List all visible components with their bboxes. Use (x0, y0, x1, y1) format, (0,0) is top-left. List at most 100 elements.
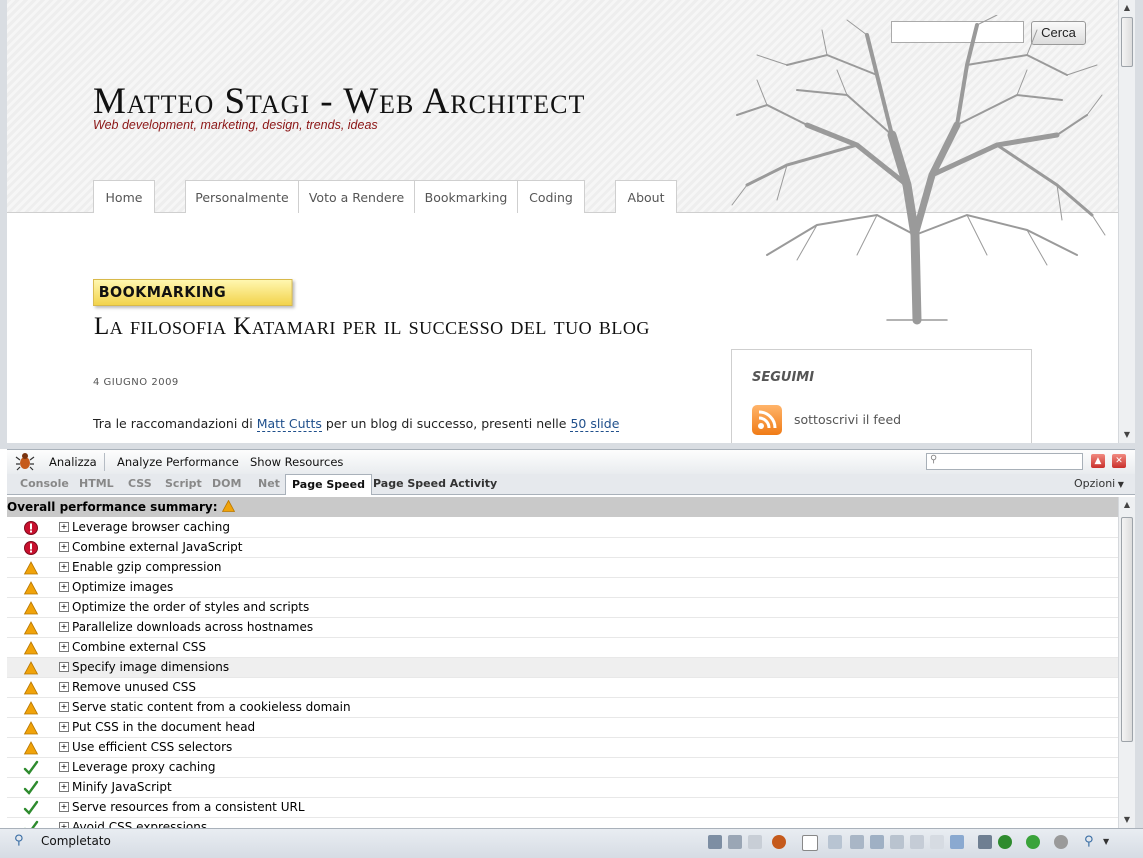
rule-label[interactable]: Leverage browser caching (72, 518, 230, 537)
rule-label[interactable]: Enable gzip compression (72, 558, 221, 577)
expand-icon[interactable]: + (59, 662, 69, 672)
expand-icon[interactable]: + (59, 642, 69, 652)
expand-icon[interactable]: + (59, 562, 69, 572)
expand-icon[interactable]: + (59, 742, 69, 752)
options-menu[interactable]: Opzioni ▼ (1074, 474, 1124, 494)
rule-label[interactable]: Parallelize downloads across hostnames (72, 618, 313, 637)
rule-row[interactable]: + Optimize images (7, 578, 1118, 598)
rule-label[interactable]: Put CSS in the document head (72, 718, 255, 737)
detach-firebug-icon[interactable]: ▲ (1091, 454, 1105, 468)
post-title[interactable]: La filosofia Katamari per il successo de… (94, 313, 654, 340)
analyze-performance-button[interactable]: Analyze Performance (117, 450, 239, 474)
rule-row[interactable]: + Combine external JavaScript (7, 538, 1118, 558)
expand-icon[interactable]: + (59, 682, 69, 692)
tab-page-speed-activity[interactable]: Page Speed Activity (373, 474, 497, 494)
expand-icon[interactable]: + (59, 622, 69, 632)
rule-label[interactable]: Avoid CSS expressions (72, 818, 207, 828)
addon-icon[interactable] (708, 835, 722, 849)
rule-row[interactable]: + Serve resources from a consistent URL (7, 798, 1118, 818)
firebug-search-input[interactable]: ⚲ (926, 453, 1083, 470)
magnifier-icon[interactable]: ⚲ (14, 833, 24, 848)
expand-icon[interactable]: + (59, 522, 69, 532)
tool-icon[interactable] (850, 835, 864, 849)
rule-label[interactable]: Leverage proxy caching (72, 758, 215, 777)
firebug-status-icon[interactable] (772, 835, 786, 849)
expand-icon[interactable]: + (59, 602, 69, 612)
post-category-badge[interactable]: BOOKMARKING (93, 279, 293, 306)
tab-page-speed[interactable]: Page Speed (285, 474, 372, 495)
expand-icon[interactable]: + (59, 582, 69, 592)
rule-row[interactable]: + Serve static content from a cookieless … (7, 698, 1118, 718)
analyze-button[interactable]: Analizza (49, 450, 97, 474)
rule-row[interactable]: + Minify JavaScript (7, 778, 1118, 798)
expand-icon[interactable]: + (59, 782, 69, 792)
info-icon[interactable] (998, 835, 1012, 849)
tab-css[interactable]: CSS (128, 474, 152, 494)
rule-label[interactable]: Serve static content from a cookieless d… (72, 698, 351, 717)
firebug-bug-icon[interactable] (15, 451, 35, 475)
rule-label[interactable]: Specify image dimensions (72, 658, 229, 677)
feed-subscribe-link[interactable]: sottoscrivi il feed (794, 412, 901, 427)
refresh-icon[interactable] (910, 835, 924, 849)
chart-icon[interactable] (950, 835, 964, 849)
show-resources-button[interactable]: Show Resources (250, 450, 343, 474)
page-icon[interactable] (802, 835, 818, 851)
grid-icon[interactable] (728, 835, 742, 849)
rule-label[interactable]: Use efficient CSS selectors (72, 738, 232, 757)
scroll-up-arrow[interactable]: ▲ (1119, 0, 1135, 16)
rule-row[interactable]: + Use efficient CSS selectors (7, 738, 1118, 758)
rule-row[interactable]: + Specify image dimensions (7, 658, 1118, 678)
settings-icon[interactable] (978, 835, 992, 849)
site-title[interactable]: Matteo Stagi - Web Architect (93, 80, 585, 123)
tab-html[interactable]: HTML (79, 474, 114, 494)
expand-icon[interactable]: + (59, 802, 69, 812)
rule-row[interactable]: + Enable gzip compression (7, 558, 1118, 578)
matt-cutts-link[interactable]: Matt Cutts (256, 416, 322, 432)
rule-label[interactable]: Optimize the order of styles and scripts (72, 598, 309, 617)
nav-bookmarking[interactable]: Bookmarking (414, 180, 518, 213)
rule-row[interactable]: + Put CSS in the document head (7, 718, 1118, 738)
rule-label[interactable]: Minify JavaScript (72, 778, 172, 797)
page-scrollbar[interactable]: ▲ ▼ (1118, 0, 1135, 443)
rule-row[interactable]: + Remove unused CSS (7, 678, 1118, 698)
nav-about[interactable]: About (615, 180, 677, 213)
window-icon[interactable] (930, 835, 944, 849)
rss-icon[interactable] (752, 405, 782, 435)
rule-row[interactable]: + Leverage proxy caching (7, 758, 1118, 778)
rule-row[interactable]: + Combine external CSS (7, 638, 1118, 658)
tab-dom[interactable]: DOM (212, 474, 241, 494)
rule-row[interactable]: + Parallelize downloads across hostnames (7, 618, 1118, 638)
expand-icon[interactable]: + (59, 762, 69, 772)
save-icon[interactable] (870, 835, 884, 849)
zoom-icon[interactable]: ⚲ (1084, 835, 1098, 849)
rule-label[interactable]: Combine external JavaScript (72, 538, 243, 557)
check-status-icon[interactable] (1026, 835, 1040, 849)
tab-net[interactable]: Net (258, 474, 280, 494)
rules-scroll-up-arrow[interactable]: ▲ (1119, 497, 1135, 513)
expand-icon[interactable]: + (59, 702, 69, 712)
print-icon[interactable] (890, 835, 904, 849)
rule-row[interactable]: + Leverage browser caching (7, 518, 1118, 538)
edit-icon[interactable] (828, 835, 842, 849)
mail-icon[interactable] (748, 835, 762, 849)
tab-console[interactable]: Console (20, 474, 69, 494)
rule-row[interactable]: + Optimize the order of styles and script… (7, 598, 1118, 618)
scroll-down-arrow[interactable]: ▼ (1119, 427, 1135, 443)
close-firebug-icon[interactable]: ✕ (1112, 454, 1126, 468)
gear-icon[interactable] (1054, 835, 1068, 849)
rules-scrollbar[interactable]: ▲ ▼ (1118, 497, 1135, 828)
expand-icon[interactable]: + (59, 722, 69, 732)
rule-label[interactable]: Optimize images (72, 578, 173, 597)
rule-row[interactable]: + Avoid CSS expressions (7, 818, 1118, 828)
nav-coding[interactable]: Coding (517, 180, 585, 213)
slides-link[interactable]: 50 slide (570, 416, 620, 432)
rules-scroll-down-arrow[interactable]: ▼ (1119, 812, 1135, 828)
page-scrollbar-thumb[interactable] (1121, 17, 1133, 67)
rule-label[interactable]: Remove unused CSS (72, 678, 196, 697)
nav-voto-a-rendere[interactable]: Voto a Rendere (298, 180, 415, 213)
rule-label[interactable]: Serve resources from a consistent URL (72, 798, 305, 817)
zoom-dropdown-icon[interactable]: ▼ (1103, 835, 1117, 849)
rules-scrollbar-thumb[interactable] (1121, 517, 1133, 742)
nav-personalmente[interactable]: Personalmente (185, 180, 299, 213)
expand-icon[interactable]: + (59, 542, 69, 552)
